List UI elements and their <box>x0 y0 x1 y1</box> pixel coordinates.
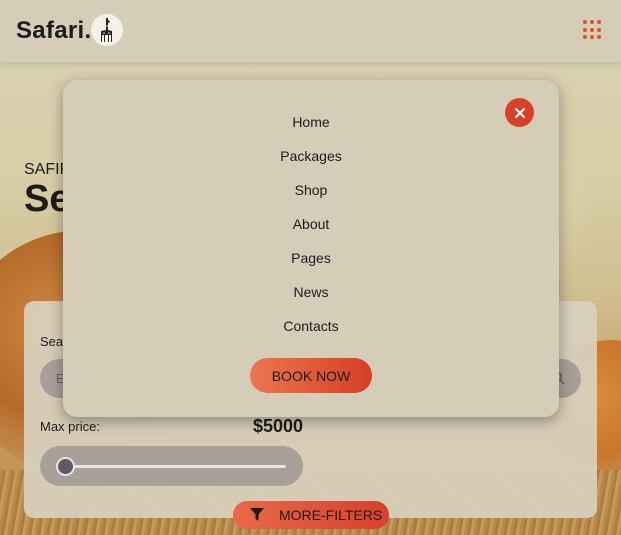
nav-menu-overlay: Home Packages Shop About Pages News Cont… <box>63 80 559 417</box>
price-slider[interactable] <box>40 446 303 486</box>
slider-track[interactable] <box>64 465 286 468</box>
grid-dots-icon[interactable] <box>582 19 604 41</box>
slider-thumb[interactable] <box>56 457 75 476</box>
menu-item-pages[interactable]: Pages <box>63 248 559 282</box>
menu-item-home[interactable]: Home <box>63 112 559 146</box>
book-now-button[interactable]: BOOK NOW <box>250 358 372 393</box>
filter-funnel-icon <box>250 508 264 521</box>
giraffe-icon <box>91 14 124 46</box>
logo[interactable]: Safari. <box>16 14 124 46</box>
more-filters-button[interactable]: MORE-FILTERS <box>233 501 389 529</box>
search-label: Sea <box>40 334 64 349</box>
menu-item-about[interactable]: About <box>63 214 559 248</box>
menu-item-shop[interactable]: Shop <box>63 180 559 214</box>
logo-text: Safari. <box>16 17 92 44</box>
menu-item-news[interactable]: News <box>63 282 559 316</box>
more-filters-label: MORE-FILTERS <box>279 507 383 523</box>
max-price-label: Max price: <box>40 419 100 434</box>
menu-list: Home Packages Shop About Pages News Cont… <box>63 112 559 350</box>
menu-item-contacts[interactable]: Contacts <box>63 316 559 350</box>
menu-item-packages[interactable]: Packages <box>63 146 559 180</box>
max-price-value: $5000 <box>253 416 304 436</box>
site-header: Safari. <box>0 0 621 62</box>
